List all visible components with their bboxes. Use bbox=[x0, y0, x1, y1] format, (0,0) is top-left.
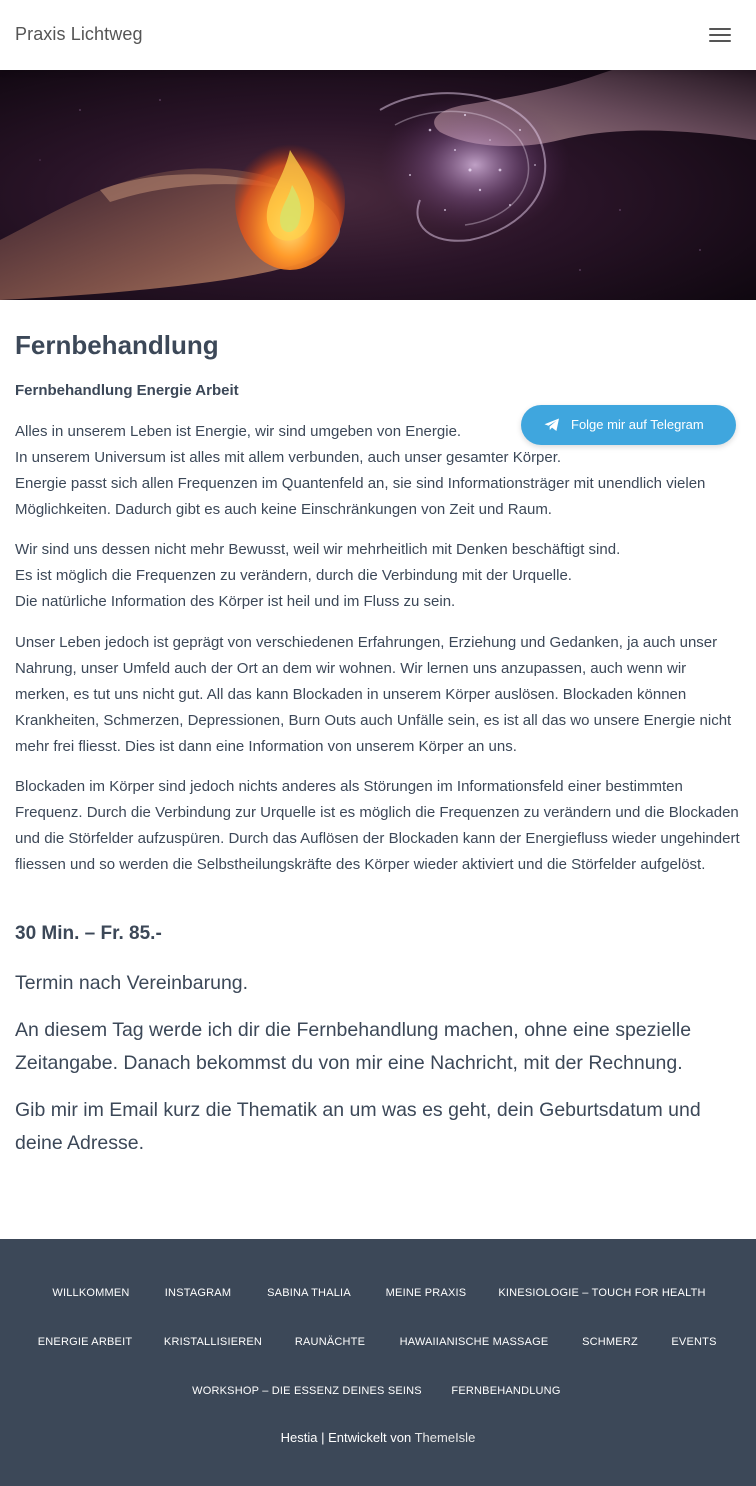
site-footer: WILLKOMMEN INSTAGRAM SABINA THALIA MEINE… bbox=[0, 1239, 756, 1486]
footer-link-workshop[interactable]: WORKSHOP – DIE ESSENZ DEINES SEINS bbox=[192, 1385, 422, 1397]
footer-link-kinesiologie[interactable]: KINESIOLOGIE – TOUCH FOR HEALTH bbox=[498, 1287, 705, 1299]
hamburger-menu-icon[interactable] bbox=[704, 22, 736, 48]
credit-prefix: Hestia | Entwickelt von bbox=[280, 1430, 412, 1445]
menu-bar-line bbox=[709, 40, 731, 42]
menu-bar-line bbox=[709, 28, 731, 30]
energy-swirl bbox=[380, 95, 570, 235]
appointment-text: Termin nach Vereinbarung. bbox=[15, 972, 249, 994]
footer-link-schmerz[interactable]: SCHMERZ bbox=[582, 1336, 638, 1348]
paragraph-line: In unserem Universum ist alles mit allem… bbox=[15, 449, 562, 466]
footer-link-sabina-thalia[interactable]: SABINA THALIA bbox=[267, 1287, 351, 1299]
paragraph-line: Unser Leben jedoch ist geprägt von versc… bbox=[15, 634, 732, 755]
info-text-1: An diesem Tag werde ich dir die Fernbeha… bbox=[15, 1019, 692, 1074]
footer-link-raunaechte[interactable]: RAUNÄCHTE bbox=[295, 1336, 365, 1348]
footer-link-kristallisieren[interactable]: KRISTALLISIEREN bbox=[164, 1336, 262, 1348]
price-heading: 30 Min. – Fr. 85.- bbox=[15, 923, 162, 944]
paragraph-line: Es ist möglich die Frequenzen zu verände… bbox=[15, 567, 572, 584]
footer-link-instagram[interactable]: INSTAGRAM bbox=[165, 1287, 231, 1299]
telegram-follow-button[interactable]: Folge mir auf Telegram bbox=[521, 405, 736, 445]
footer-link-events[interactable]: EVENTS bbox=[671, 1336, 716, 1348]
paragraph-4: Blockaden im Körper sind jedoch nichts a… bbox=[15, 774, 741, 878]
paragraph-line: Energie passt sich allen Frequenzen im Q… bbox=[15, 475, 706, 518]
menu-bar-line bbox=[709, 34, 731, 36]
article-subtitle: Fernbehandlung Energie Arbeit bbox=[15, 382, 239, 399]
telegram-paper-plane-icon bbox=[544, 418, 559, 431]
telegram-button-label: Folge mir auf Telegram bbox=[571, 417, 704, 432]
paragraph-line: Die natürliche Information des Körper is… bbox=[15, 593, 456, 610]
page-title: Fernbehandlung bbox=[15, 330, 219, 360]
paragraph-3: Unser Leben jedoch ist geprägt von versc… bbox=[15, 630, 741, 760]
paragraph-2: Wir sind uns dessen nicht mehr Bewusst, … bbox=[15, 537, 741, 615]
paragraph-line: Blockaden im Körper sind jedoch nichts a… bbox=[15, 778, 740, 873]
footer-link-hawaiianische-massage[interactable]: HAWAIIANISCHE MASSAGE bbox=[400, 1336, 549, 1348]
footer-link-fernbehandlung[interactable]: FERNBEHANDLUNG bbox=[451, 1385, 560, 1397]
site-title[interactable]: Praxis Lichtweg bbox=[15, 24, 143, 45]
info-text-2: Gib mir im Email kurz die Thematik an um… bbox=[15, 1099, 701, 1154]
footer-link-meine-praxis[interactable]: MEINE PRAXIS bbox=[386, 1287, 467, 1299]
top-navbar: Praxis Lichtweg bbox=[0, 0, 756, 70]
paragraph-line: Wir sind uns dessen nicht mehr Bewusst, … bbox=[15, 541, 621, 558]
footer-link-energie-arbeit[interactable]: ENERGIE ARBEIT bbox=[38, 1336, 133, 1348]
hero-image bbox=[0, 70, 756, 300]
themeisle-link[interactable]: ThemeIsle bbox=[415, 1430, 476, 1445]
footer-link-willkommen[interactable]: WILLKOMMEN bbox=[52, 1287, 129, 1299]
footer-credit: Hestia | Entwickelt von ThemeIsle bbox=[0, 1430, 756, 1445]
